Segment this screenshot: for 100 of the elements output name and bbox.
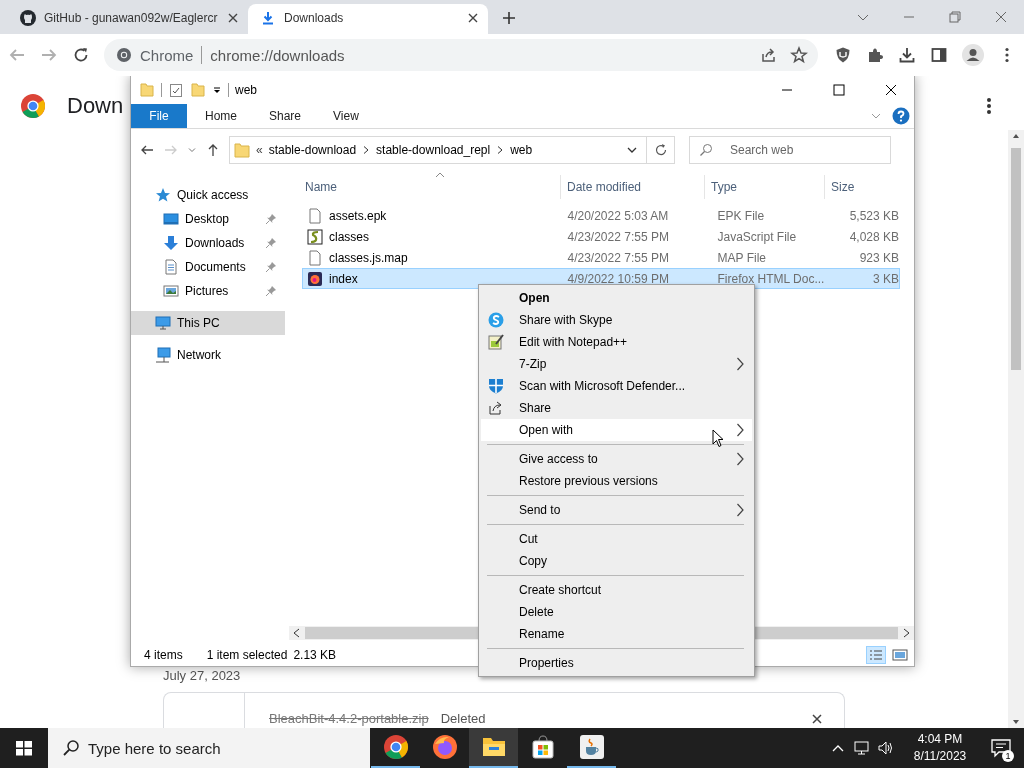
menu-item[interactable]: Rename <box>481 623 752 645</box>
ribbon-tab[interactable]: View <box>319 104 373 128</box>
store-icon <box>529 734 556 760</box>
network-icon <box>155 347 171 363</box>
column-header[interactable]: Type <box>705 175 825 199</box>
pin-icon[interactable] <box>265 261 277 273</box>
restore-icon[interactable] <box>948 10 962 24</box>
address-bar[interactable]: Chrome chrome://downloads <box>104 39 818 71</box>
menu-item[interactable]: Open with <box>481 419 752 441</box>
properties-icon[interactable] <box>168 82 184 98</box>
breadcrumb-item[interactable]: stable-download <box>268 143 357 157</box>
sort-icon <box>435 172 445 178</box>
file-name: classes <box>329 229 369 244</box>
breadcrumb-item[interactable]: stable-download_repl <box>376 143 491 157</box>
menu-item[interactable]: 7-Zip <box>481 353 752 375</box>
menu-item[interactable]: Send to <box>481 499 752 521</box>
more-icon[interactable] <box>986 97 992 115</box>
folder-icon <box>139 82 155 98</box>
menu-item[interactable]: Properties <box>481 652 752 674</box>
ribbon-tab[interactable]: File <box>131 104 187 128</box>
puzzle-icon[interactable] <box>866 46 884 64</box>
computer-icon <box>155 315 171 331</box>
window-title: web <box>235 83 257 97</box>
shield-icon[interactable] <box>834 46 852 64</box>
download-icon[interactable] <box>898 46 916 64</box>
breadcrumb-item[interactable]: web <box>510 143 533 157</box>
url-text: chrome://downloads <box>210 46 345 64</box>
chevron-icon[interactable] <box>496 145 505 155</box>
share-icon <box>488 400 504 416</box>
menu-item[interactable]: Open <box>481 287 752 309</box>
dropdown-icon[interactable] <box>212 85 222 95</box>
menu-item[interactable]: Create shortcut <box>481 579 752 601</box>
close-icon[interactable] <box>812 714 822 724</box>
menu-item[interactable]: Share with Skype <box>481 309 752 331</box>
download-icon <box>260 10 276 26</box>
selection-size: 2.13 KB <box>293 648 337 662</box>
close-icon[interactable] <box>228 13 238 23</box>
clock-date[interactable]: 8/11/2023 <box>913 748 967 765</box>
file-type: JavaScript File <box>716 229 798 244</box>
side-panel-icon[interactable] <box>930 46 948 64</box>
nav-item[interactable]: This PC <box>131 311 285 335</box>
item-count: 4 items <box>144 648 183 662</box>
address-bar[interactable]: « stable-download stable-download_repl web <box>229 136 647 164</box>
new-tab-icon[interactable] <box>502 11 516 25</box>
scrollbar[interactable] <box>1008 130 1024 728</box>
column-header[interactable]: Name <box>299 175 561 199</box>
clock-time[interactable]: 4:04 PM <box>917 731 963 748</box>
menu-item[interactable]: Cut <box>481 528 752 550</box>
network-icon[interactable] <box>854 740 870 756</box>
page-title: Down <box>67 93 124 119</box>
ribbon-tab[interactable]: Home <box>191 104 251 128</box>
picture-icon <box>163 283 179 299</box>
file-size: 923 KB <box>858 250 899 265</box>
thumbnail-view-icon[interactable] <box>890 646 910 664</box>
browser-tab[interactable]: GitHub - gunawan092w/Eaglercr <box>8 4 248 34</box>
menu-item[interactable]: Delete <box>481 601 752 623</box>
nav-item[interactable]: Documents <box>131 255 285 279</box>
column-header[interactable]: Size <box>825 175 901 199</box>
nav-item[interactable]: Quick access <box>131 183 285 207</box>
search-box[interactable]: Type here to search <box>48 728 370 768</box>
file-row[interactable]: classes.js.map 4/23/2022 7:55 PM MAP File 923 KB <box>302 247 900 268</box>
menu-item[interactable]: Give access to <box>481 448 752 470</box>
nav-item[interactable]: Pictures <box>131 279 285 303</box>
nav-item[interactable]: Desktop <box>131 207 285 231</box>
help-icon[interactable] <box>892 107 910 125</box>
overflow-marker[interactable]: « <box>256 143 263 157</box>
pin-icon[interactable] <box>265 285 277 297</box>
chevron-icon[interactable] <box>362 145 371 155</box>
close-icon[interactable] <box>994 10 1008 24</box>
file-type: MAP File <box>716 250 767 265</box>
menu-item[interactable]: Share <box>481 397 752 419</box>
menu-item[interactable]: Edit with Notepad++ <box>481 331 752 353</box>
site-label: Chrome <box>140 46 194 64</box>
pin-icon[interactable] <box>265 237 277 249</box>
nav-item[interactable]: Downloads <box>131 231 285 255</box>
desktop-icon <box>163 211 179 227</box>
file-date: 4/9/2022 10:59 PM <box>566 271 670 286</box>
ribbon-tab[interactable]: Share <box>255 104 316 128</box>
notification-icon[interactable] <box>991 738 1011 758</box>
close-icon[interactable] <box>468 13 478 23</box>
pin-icon[interactable] <box>265 213 277 225</box>
menu-item[interactable]: Copy <box>481 550 752 572</box>
file-row[interactable]: assets.epk 4/20/2022 5:03 AM EPK File 5,523 KB <box>302 205 900 226</box>
chrome-icon <box>116 47 132 63</box>
volume-icon[interactable] <box>878 740 894 756</box>
taskbar-app[interactable] <box>469 728 518 768</box>
browser-tab[interactable]: Downloads <box>248 4 488 34</box>
refresh-button[interactable] <box>647 136 675 164</box>
profile-icon[interactable] <box>962 44 984 66</box>
file-icon <box>307 207 323 224</box>
reload-icon[interactable] <box>72 46 90 64</box>
search-icon <box>62 739 80 757</box>
file-row[interactable]: classes 4/23/2022 7:55 PM JavaScript File 4,028 KB <box>302 226 900 247</box>
search-field[interactable]: Search web <box>689 136 891 164</box>
nav-item[interactable]: Network <box>131 343 285 367</box>
star-icon[interactable] <box>790 46 808 64</box>
column-header[interactable]: Date modified <box>561 175 705 199</box>
menu-item[interactable]: Scan with Microsoft Defender... <box>481 375 752 397</box>
share-icon[interactable] <box>760 46 778 64</box>
menu-item[interactable]: Restore previous versions <box>481 470 752 492</box>
